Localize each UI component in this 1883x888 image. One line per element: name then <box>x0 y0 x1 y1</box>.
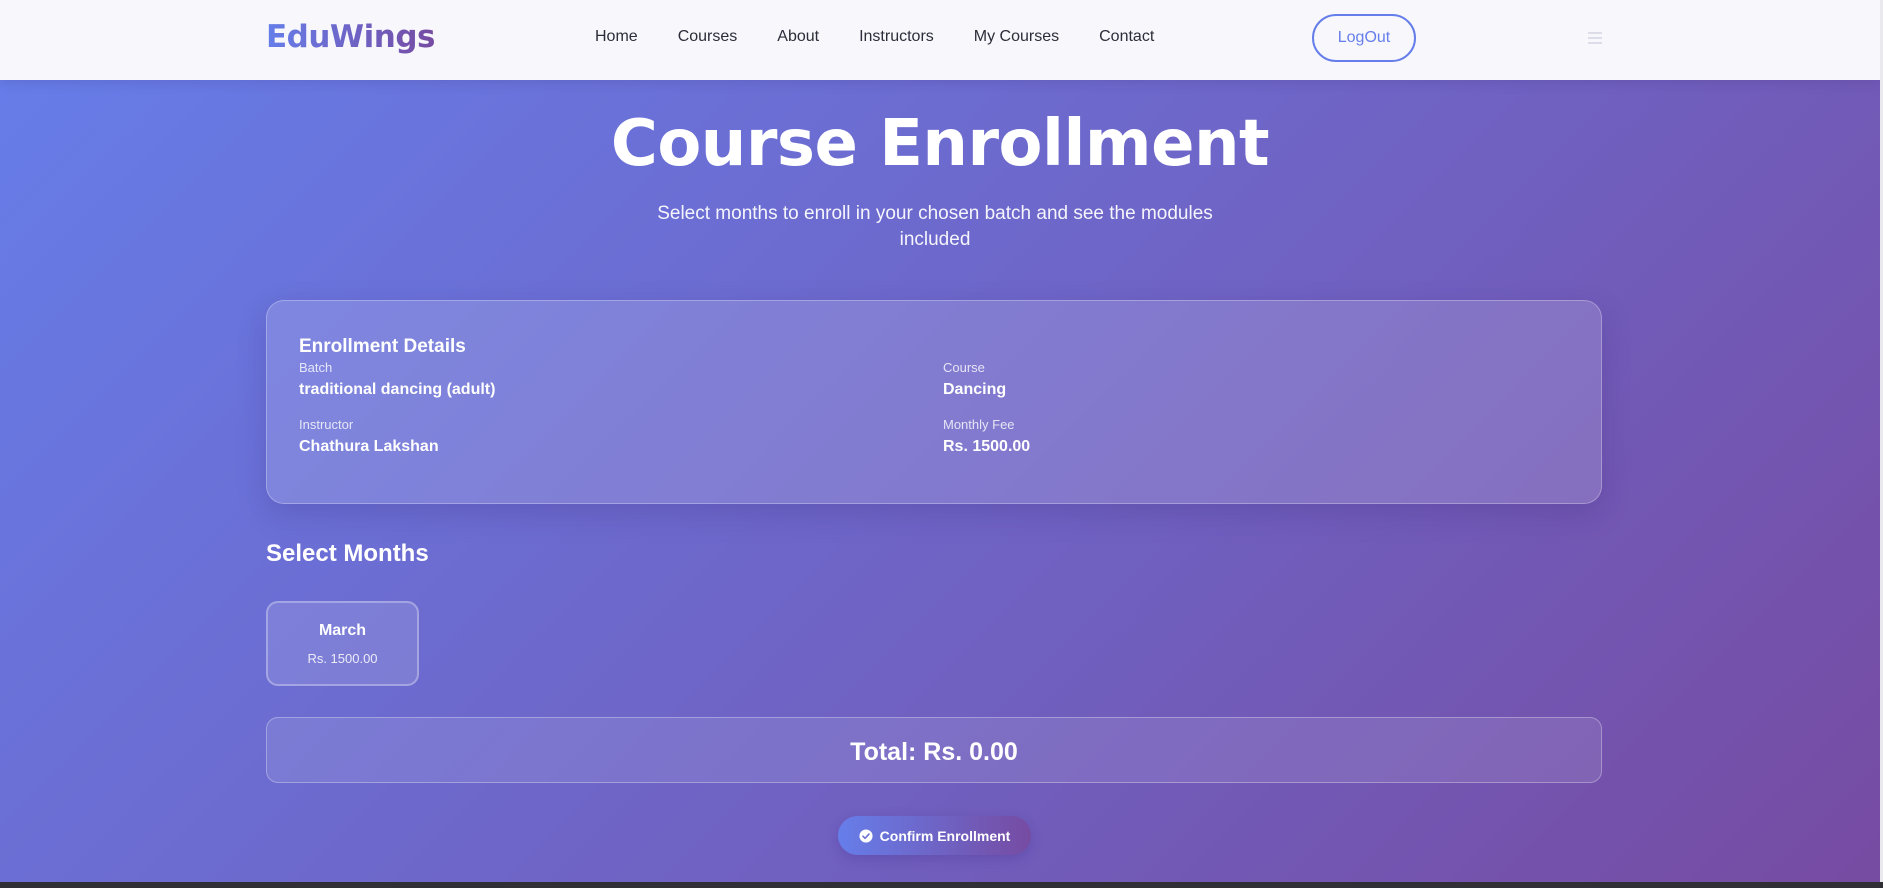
instructor-label: Instructor <box>299 417 354 432</box>
monthly-fee-field: Monthly Fee Rs. 1500.00 <box>943 417 1030 456</box>
batch-label: Batch <box>299 360 333 375</box>
brand-logo[interactable]: EduWings <box>266 19 435 55</box>
page: EduWings Home Courses About Instructors … <box>0 0 1883 882</box>
nav-link-home[interactable]: Home <box>595 28 638 46</box>
page-title: Course Enrollment <box>610 107 1270 181</box>
course-field: Course Dancing <box>943 360 1006 399</box>
course-value: Dancing <box>943 381 1007 398</box>
nav-link-about[interactable]: About <box>777 28 819 46</box>
monthly-fee-label: Monthly Fee <box>943 417 1015 432</box>
page-subtitle: Select months to enroll in your chosen b… <box>657 203 1213 250</box>
select-months-title: Select Months <box>266 540 429 567</box>
course-label: Course <box>943 360 985 375</box>
nav-link-courses[interactable]: Courses <box>678 28 738 46</box>
check-circle-icon <box>859 828 873 843</box>
total-amount: Total: Rs. 0.00 <box>850 738 1018 766</box>
total-box: Total: Rs. 0.00 <box>266 717 1602 783</box>
nav-link-instructors[interactable]: Instructors <box>859 28 934 46</box>
nav-links: Home Courses About Instructors My Course… <box>595 28 1154 46</box>
batch-value: traditional dancing (adult) <box>299 381 496 398</box>
nav-link-contact[interactable]: Contact <box>1099 28 1154 46</box>
logout-button[interactable]: LogOut <box>1312 14 1416 62</box>
monthly-fee-value: Rs. 1500.00 <box>943 438 1031 455</box>
month-price: Rs. 1500.00 <box>307 651 378 666</box>
enrollment-details-card: Enrollment Details Batch traditional dan… <box>266 300 1602 504</box>
instructor-field: Instructor Chathura Lakshan <box>299 417 439 456</box>
month-name: March <box>318 622 367 639</box>
enrollment-details-title: Enrollment Details <box>299 336 466 357</box>
confirm-enrollment-label: Confirm Enrollment <box>879 827 1011 844</box>
navbar: EduWings Home Courses About Instructors … <box>0 0 1880 80</box>
month-option-march[interactable]: March Rs. 1500.00 <box>266 601 419 686</box>
nav-link-my-courses[interactable]: My Courses <box>974 28 1059 46</box>
confirm-enrollment-button[interactable]: Confirm Enrollment <box>838 816 1031 855</box>
hamburger-menu-icon[interactable] <box>1588 32 1602 44</box>
batch-field: Batch traditional dancing (adult) <box>299 360 495 399</box>
instructor-value: Chathura Lakshan <box>299 438 439 455</box>
